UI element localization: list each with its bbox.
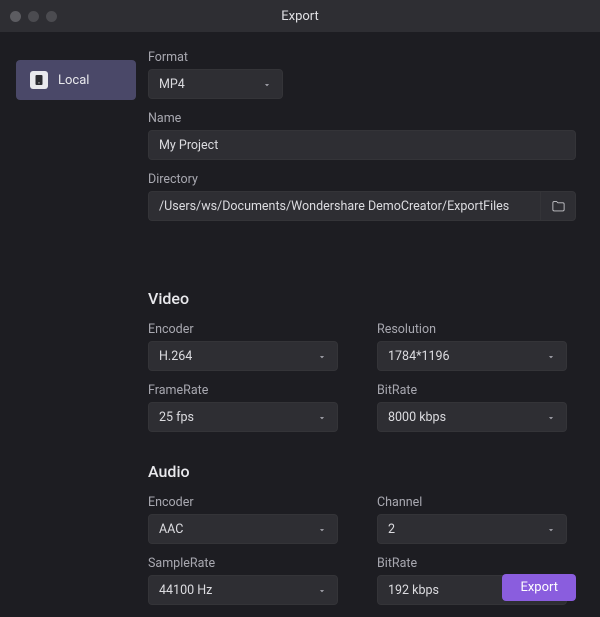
audio-encoder-select[interactable]: AAC (148, 514, 338, 544)
audio-channel-select[interactable]: 2 (377, 514, 567, 544)
video-framerate-value: 25 fps (159, 410, 194, 425)
traffic-lights (0, 11, 57, 22)
name-value: My Project (159, 138, 218, 153)
chevron-down-icon (546, 524, 556, 534)
audio-samplerate-value: 44100 Hz (159, 583, 212, 598)
format-label: Format (148, 50, 576, 65)
chevron-down-icon (317, 524, 327, 534)
chevron-down-icon (546, 351, 556, 361)
video-resolution-select[interactable]: 1784*1196 (377, 341, 567, 371)
audio-samplerate-select[interactable]: 44100 Hz (148, 575, 338, 605)
format-select[interactable]: MP4 (148, 69, 283, 99)
audio-bitrate-label: BitRate (377, 556, 576, 571)
directory-input[interactable]: /Users/ws/Documents/Wondershare DemoCrea… (148, 191, 540, 221)
video-encoder-label: Encoder (148, 322, 347, 337)
video-encoder-select[interactable]: H.264 (148, 341, 338, 371)
audio-channel-label: Channel (377, 495, 576, 510)
video-section-title: Video (148, 289, 576, 308)
format-value: MP4 (159, 77, 185, 92)
folder-icon (551, 199, 566, 214)
directory-label: Directory (148, 172, 576, 187)
directory-value: /Users/ws/Documents/Wondershare DemoCrea… (159, 199, 509, 214)
video-resolution-value: 1784*1196 (388, 349, 450, 364)
audio-section-title: Audio (148, 462, 576, 481)
tab-local[interactable]: Local (16, 60, 136, 100)
window-title: Export (0, 9, 600, 24)
audio-encoder-value: AAC (159, 522, 183, 537)
video-bitrate-value: 8000 kbps (388, 410, 446, 425)
chevron-down-icon (317, 351, 327, 361)
video-bitrate-select[interactable]: 8000 kbps (377, 402, 567, 432)
chevron-down-icon (546, 412, 556, 422)
video-encoder-value: H.264 (159, 349, 192, 364)
video-framerate-select[interactable]: 25 fps (148, 402, 338, 432)
audio-bitrate-value: 192 kbps (388, 583, 439, 598)
main-panel: Format MP4 Name My Project Directory /Us… (148, 32, 600, 617)
chevron-down-icon (262, 79, 272, 89)
video-bitrate-label: BitRate (377, 383, 576, 398)
sidebar: Local (0, 32, 148, 617)
chevron-down-icon (317, 412, 327, 422)
export-button[interactable]: Export (502, 574, 576, 601)
titlebar: Export (0, 0, 600, 32)
close-dot-icon[interactable] (10, 11, 21, 22)
tab-local-label: Local (58, 73, 89, 88)
audio-samplerate-label: SampleRate (148, 556, 347, 571)
audio-encoder-label: Encoder (148, 495, 347, 510)
name-label: Name (148, 111, 576, 126)
audio-channel-value: 2 (388, 522, 395, 537)
video-resolution-label: Resolution (377, 322, 576, 337)
minimize-dot-icon[interactable] (28, 11, 39, 22)
video-framerate-label: FrameRate (148, 383, 347, 398)
zoom-dot-icon[interactable] (46, 11, 57, 22)
browse-folder-button[interactable] (540, 191, 576, 221)
name-input[interactable]: My Project (148, 130, 576, 160)
chevron-down-icon (317, 585, 327, 595)
device-icon (30, 71, 48, 89)
